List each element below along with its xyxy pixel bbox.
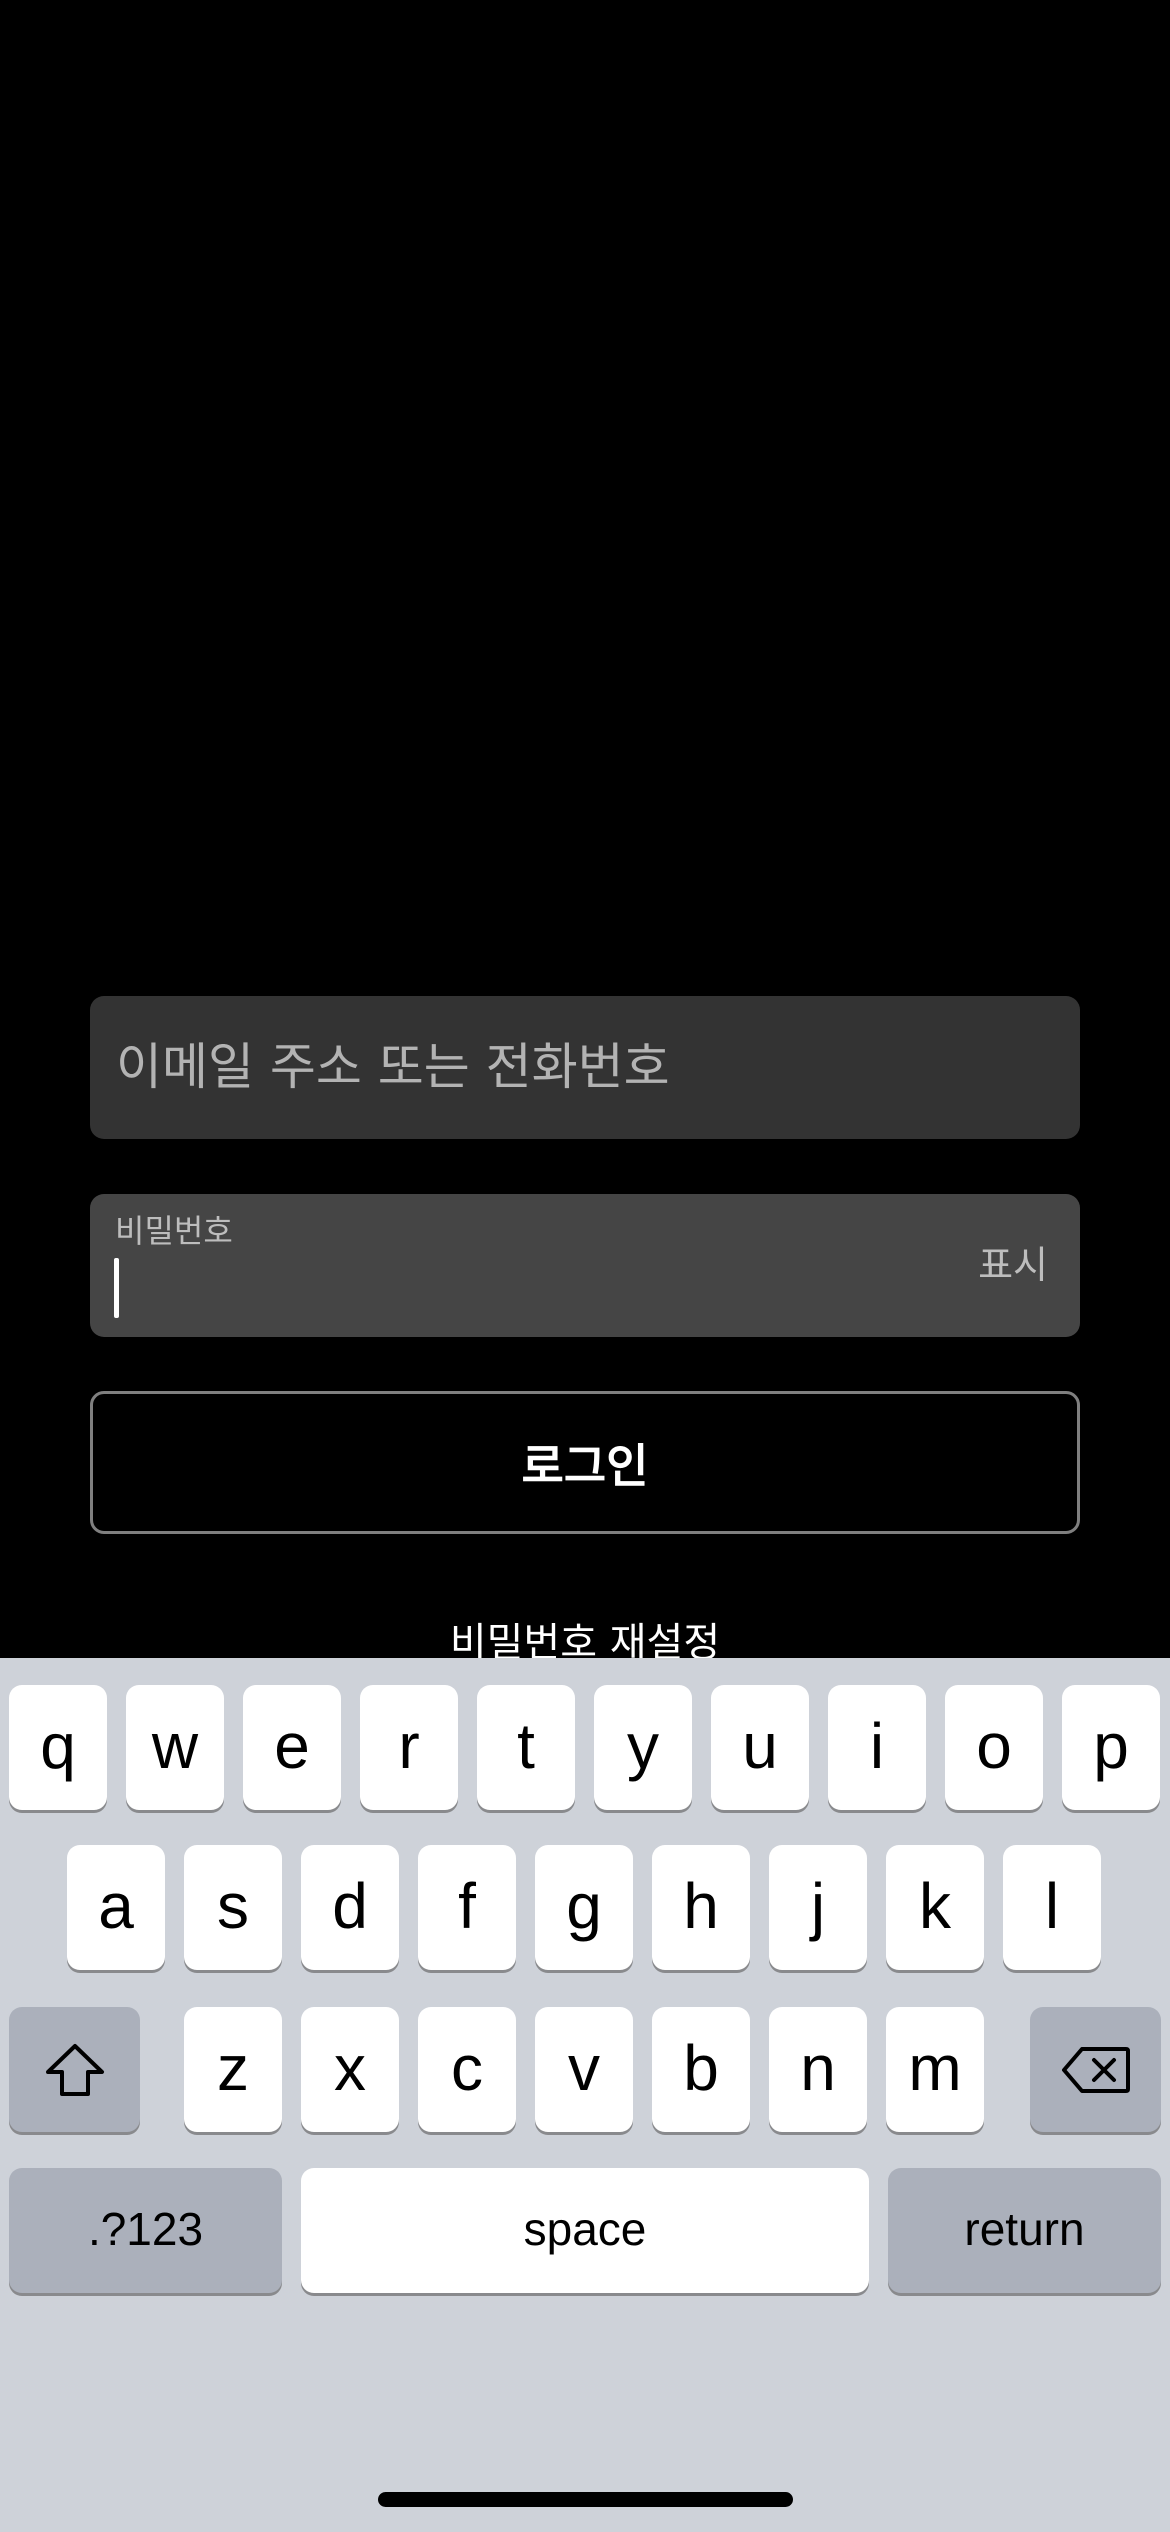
key-q[interactable]: q xyxy=(9,1685,107,1810)
shift-arrow-icon xyxy=(45,2043,104,2096)
key-f[interactable]: f xyxy=(418,1845,516,1970)
key-s[interactable]: s xyxy=(184,1845,282,1970)
key-x[interactable]: x xyxy=(301,2007,399,2132)
return-key[interactable]: return xyxy=(888,2168,1161,2293)
key-d[interactable]: d xyxy=(301,1845,399,1970)
key-p[interactable]: p xyxy=(1062,1685,1160,1810)
key-r[interactable]: r xyxy=(360,1685,458,1810)
key-a[interactable]: a xyxy=(67,1845,165,1970)
onscreen-keyboard: q w e r t y u i o p a s d f g h j k l z … xyxy=(0,1658,1170,2532)
key-j[interactable]: j xyxy=(769,1845,867,1970)
password-label: 비밀번호 xyxy=(115,1212,233,1250)
login-button[interactable]: 로그인 xyxy=(90,1391,1080,1534)
key-c[interactable]: c xyxy=(418,2007,516,2132)
password-field[interactable]: 비밀번호 표시 xyxy=(90,1194,1080,1337)
backspace-icon xyxy=(1061,2046,1130,2093)
space-key[interactable]: space xyxy=(301,2168,869,2293)
home-indicator[interactable] xyxy=(378,2492,793,2507)
key-w[interactable]: w xyxy=(126,1685,224,1810)
key-v[interactable]: v xyxy=(535,2007,633,2132)
key-b[interactable]: b xyxy=(652,2007,750,2132)
key-t[interactable]: t xyxy=(477,1685,575,1810)
numbers-key[interactable]: .?123 xyxy=(9,2168,282,2293)
key-e[interactable]: e xyxy=(243,1685,341,1810)
key-k[interactable]: k xyxy=(886,1845,984,1970)
key-z[interactable]: z xyxy=(184,2007,282,2132)
key-m[interactable]: m xyxy=(886,2007,984,2132)
key-h[interactable]: h xyxy=(652,1845,750,1970)
key-o[interactable]: o xyxy=(945,1685,1043,1810)
text-cursor xyxy=(114,1258,119,1318)
email-or-phone-field[interactable]: 이메일 주소 또는 전화번호 xyxy=(90,996,1080,1139)
shift-key[interactable] xyxy=(9,2007,140,2132)
key-i[interactable]: i xyxy=(828,1685,926,1810)
key-l[interactable]: l xyxy=(1003,1845,1101,1970)
show-password-button[interactable]: 표시 xyxy=(978,1194,1048,1337)
delete-key[interactable] xyxy=(1030,2007,1161,2132)
key-n[interactable]: n xyxy=(769,2007,867,2132)
key-y[interactable]: y xyxy=(594,1685,692,1810)
key-u[interactable]: u xyxy=(711,1685,809,1810)
key-g[interactable]: g xyxy=(535,1845,633,1970)
email-or-phone-placeholder: 이메일 주소 또는 전화번호 xyxy=(116,1038,670,1096)
